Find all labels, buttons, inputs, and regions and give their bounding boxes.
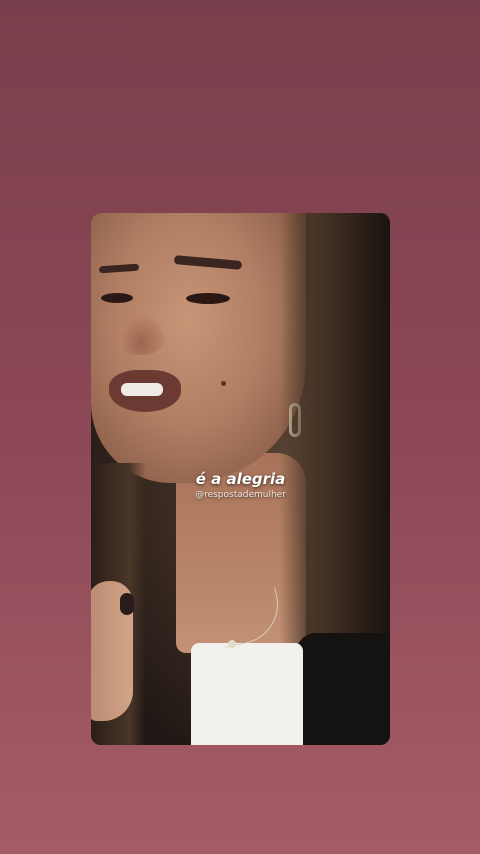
blazer-shape	[296, 633, 390, 745]
right-eyebrow	[173, 255, 243, 270]
pendant-icon	[228, 640, 236, 648]
story-video-card[interactable]: é a alegria @respostademulher	[91, 213, 390, 745]
left-eye	[101, 293, 133, 303]
video-watermark: @respostademulher	[195, 490, 286, 500]
white-top-shape	[191, 643, 303, 745]
right-eye	[186, 293, 230, 304]
video-caption: é a alegria	[195, 470, 286, 488]
fingernail-shape	[120, 593, 134, 615]
nose-shape	[116, 313, 166, 355]
teeth-shape	[121, 383, 163, 396]
face-shape	[91, 213, 306, 483]
mole-mark	[221, 381, 226, 386]
left-eyebrow	[98, 263, 140, 274]
